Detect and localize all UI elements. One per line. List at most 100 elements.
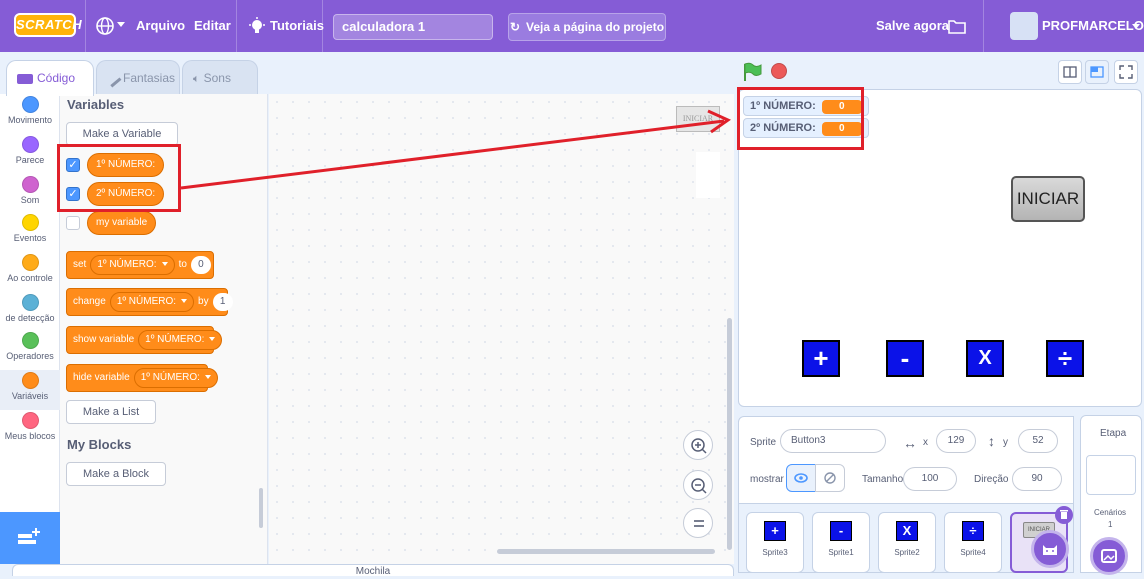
- category-variables[interactable]: Variáveis: [0, 370, 60, 410]
- category-control[interactable]: Ao controle: [0, 254, 60, 294]
- menu-divider: [322, 0, 323, 52]
- dropdown-label: 1º NÚMERO:: [140, 372, 200, 383]
- project-title-input[interactable]: calculadora 1: [333, 14, 493, 40]
- subtract-sprite-button[interactable]: -: [886, 340, 924, 377]
- add-extension-icon: [18, 528, 40, 544]
- zoom-reset-button[interactable]: [683, 508, 713, 538]
- direction-input[interactable]: 90: [1012, 467, 1062, 491]
- category-motion[interactable]: Movimento: [0, 96, 60, 136]
- paintbrush-icon: [104, 70, 122, 88]
- hide-variable-block[interactable]: hide variable 1º NÚMERO:: [66, 364, 218, 392]
- zoom-out-button[interactable]: [683, 470, 713, 500]
- lightbulb-icon[interactable]: [248, 17, 266, 35]
- normal-stage-button[interactable]: [1085, 60, 1109, 84]
- add-sprite-cat-button[interactable]: [1031, 530, 1069, 568]
- show-variable-block[interactable]: show variable 1º NÚMERO:: [66, 326, 223, 354]
- eye-slash-icon: [824, 472, 836, 484]
- backpack[interactable]: Mochila: [12, 564, 734, 577]
- category-label: Movimento: [7, 115, 52, 125]
- y-input[interactable]: 52: [1018, 429, 1058, 453]
- category-label: de detecção: [5, 313, 55, 323]
- set-variable-block[interactable]: set 1º NÚMERO: to 0: [66, 251, 214, 279]
- trash-icon[interactable]: [1055, 506, 1073, 524]
- scratch-logo[interactable]: SCRATCH: [14, 13, 82, 37]
- small-stage-button[interactable]: [1058, 60, 1082, 84]
- category-dot: [21, 332, 39, 349]
- sprite-name-input[interactable]: Button3: [780, 429, 886, 453]
- menu-divider: [983, 0, 984, 52]
- variable-dropdown[interactable]: 1º NÚMERO:: [133, 368, 218, 388]
- sprite-thumbnail: X: [896, 521, 918, 541]
- menu-tutorials[interactable]: Tutoriais: [270, 0, 324, 52]
- see-project-page-button[interactable]: ↻ Veja a página do projeto: [508, 13, 666, 41]
- category-dot: [21, 254, 39, 271]
- variable-reporter-3[interactable]: my variable: [87, 211, 157, 235]
- username[interactable]: PROFMARCELOG: [1042, 0, 1144, 52]
- category-dot: [21, 372, 39, 389]
- make-variable-button[interactable]: Make a Variable: [66, 122, 178, 146]
- variable-checkbox[interactable]: [66, 216, 80, 230]
- menu-divider: [236, 0, 237, 52]
- category-label: Som: [20, 195, 40, 205]
- zoom-in-button[interactable]: [683, 430, 713, 460]
- tab-code[interactable]: Código: [6, 60, 94, 96]
- show-sprite-button[interactable]: [786, 464, 816, 492]
- equals-icon: [694, 520, 704, 527]
- globe-icon[interactable]: [95, 16, 115, 36]
- avatar[interactable]: [1010, 12, 1038, 40]
- menu-divider: [85, 0, 86, 52]
- menu-edit[interactable]: Editar: [194, 0, 231, 52]
- show-variable-keyword: show variable: [73, 334, 135, 345]
- stage-thumbnail[interactable]: [1086, 455, 1136, 495]
- fullscreen-button[interactable]: [1114, 60, 1138, 84]
- sprite-tile-name: Sprite4: [960, 548, 986, 557]
- code-workspace[interactable]: [269, 94, 734, 564]
- sprite-tile[interactable]: ÷ Sprite4: [944, 512, 1002, 573]
- make-list-button[interactable]: Make a List: [66, 400, 156, 424]
- hide-sprite-button[interactable]: [815, 464, 845, 492]
- divide-sprite-button[interactable]: ÷: [1046, 340, 1084, 377]
- sprite-tile[interactable]: + Sprite3: [746, 512, 804, 573]
- sprite-tile[interactable]: - Sprite1: [812, 512, 870, 573]
- variables-heading: Variables: [67, 97, 125, 112]
- multiply-sprite-button[interactable]: X: [966, 340, 1004, 377]
- category-operators[interactable]: Operadores: [0, 332, 60, 372]
- tab-sounds[interactable]: 🔈︎ Sons: [182, 60, 258, 94]
- add-extension-button[interactable]: [0, 512, 60, 564]
- backdrops-label: Cenários: [1094, 508, 1127, 517]
- value-input[interactable]: 1: [212, 293, 233, 311]
- x-input[interactable]: 129: [936, 429, 976, 453]
- stop-icon[interactable]: [771, 63, 787, 79]
- y-label: y: [1003, 437, 1008, 448]
- menu-file[interactable]: Arquivo: [136, 0, 185, 52]
- tab-costumes[interactable]: Fantasias: [96, 60, 180, 94]
- save-now-button[interactable]: Salve agora: [876, 0, 949, 52]
- category-dot: [21, 294, 39, 311]
- chevron-down-icon[interactable]: [1132, 24, 1140, 29]
- workspace-element: [696, 152, 720, 198]
- green-flag-icon[interactable]: [741, 61, 763, 83]
- palette-scrollbar[interactable]: [259, 488, 263, 528]
- workspace-horizontal-scrollbar[interactable]: [497, 549, 715, 554]
- variable-dropdown[interactable]: 1º NÚMERO:: [90, 255, 175, 275]
- category-events[interactable]: Eventos: [0, 214, 60, 254]
- make-block-button[interactable]: Make a Block: [66, 462, 166, 486]
- variable-dropdown[interactable]: 1º NÚMERO:: [109, 292, 195, 312]
- workspace-vertical-scrollbar[interactable]: [727, 318, 732, 550]
- category-sensing[interactable]: de detecção: [0, 294, 60, 334]
- size-input[interactable]: 100: [903, 467, 957, 491]
- chevron-down-icon[interactable]: [117, 22, 125, 27]
- add-sprite-button[interactable]: +: [802, 340, 840, 377]
- variable-dropdown[interactable]: 1º NÚMERO:: [138, 330, 223, 350]
- add-backdrop-button[interactable]: [1090, 537, 1128, 575]
- category-looks[interactable]: Parece: [0, 136, 60, 176]
- category-sound[interactable]: Som: [0, 176, 60, 216]
- category-myblocks[interactable]: Meus blocos: [0, 412, 60, 452]
- sprite-tile[interactable]: X Sprite2: [878, 512, 936, 573]
- tab-code-label: Código: [37, 71, 76, 85]
- zoom-in-icon: [691, 438, 707, 454]
- start-sprite-button[interactable]: INICIAR: [1011, 176, 1085, 222]
- change-variable-block[interactable]: change 1º NÚMERO: by 1: [66, 288, 233, 316]
- folder-icon[interactable]: [948, 18, 966, 34]
- value-input[interactable]: 0: [190, 256, 211, 274]
